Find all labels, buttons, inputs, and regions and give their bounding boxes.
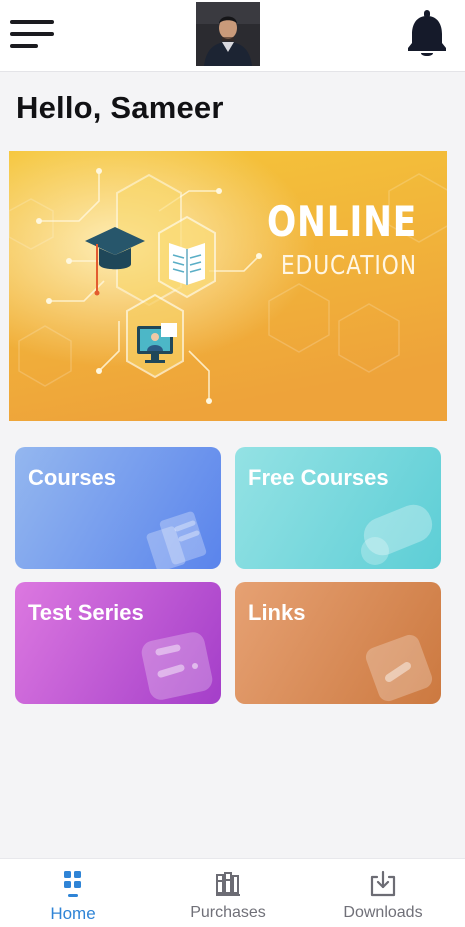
top-app-bar	[0, 0, 465, 72]
nav-home[interactable]: Home	[13, 859, 133, 927]
nav-home-label: Home	[50, 904, 96, 923]
card-label: Test Series	[28, 600, 144, 625]
notifications-button[interactable]	[406, 10, 448, 58]
home-grid-icon	[64, 871, 81, 897]
card-label: Free Courses	[248, 465, 389, 490]
hamburger-menu-icon-line	[10, 32, 54, 36]
banner-subtitle: EDUCATION	[281, 251, 417, 281]
courses-icon	[146, 511, 207, 569]
nav-purchases-label: Purchases	[190, 904, 266, 921]
banner-title: ONLINE	[266, 197, 417, 246]
hamburger-menu-icon	[10, 20, 54, 24]
promo-banner[interactable]: ONLINE EDUCATION	[9, 151, 447, 421]
links-card[interactable]: Links	[235, 582, 441, 704]
card-label: Links	[248, 600, 306, 625]
menu-button[interactable]	[10, 20, 56, 50]
test-series-card[interactable]: Test Series	[15, 582, 221, 704]
nav-purchases[interactable]: Purchases	[168, 859, 288, 927]
nav-downloads-label: Downloads	[343, 904, 423, 921]
online-education-illustration	[9, 151, 447, 421]
download-icon	[370, 870, 396, 897]
test-series-icon	[141, 632, 213, 700]
free-courses-card[interactable]: Free Courses	[235, 447, 441, 569]
free-courses-icon	[361, 504, 433, 565]
open-book-icon	[169, 243, 205, 285]
bell-icon	[408, 10, 446, 56]
hamburger-menu-icon-line	[10, 44, 38, 48]
courses-card[interactable]: Courses	[15, 447, 221, 569]
greeting-text: Hello, Sameer	[16, 90, 224, 125]
card-label: Courses	[28, 465, 117, 490]
nav-downloads[interactable]: Downloads	[323, 859, 443, 927]
links-icon	[365, 634, 433, 702]
books-icon	[216, 872, 240, 896]
bottom-navigation: Home Purchases Downloads	[0, 858, 465, 927]
profile-avatar[interactable]	[196, 2, 260, 66]
person-photo-icon	[196, 2, 260, 66]
